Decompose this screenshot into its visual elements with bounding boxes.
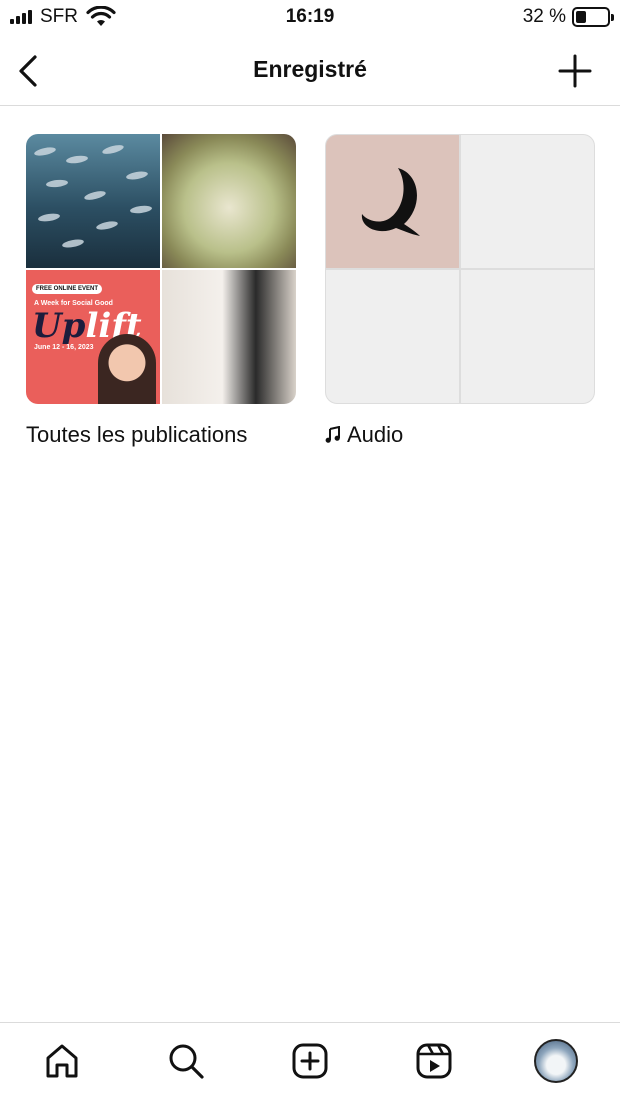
nav-header: Enregistré [0,36,620,106]
crescent-moon-logo-icon [361,167,420,236]
woman-black-dress-photo [162,270,296,404]
poster-badge: FREE ONLINE EVENT [32,284,103,294]
empty-tile [461,270,594,403]
create-icon [292,1043,328,1079]
collection-label[interactable]: Audio [325,422,595,448]
status-bar: SFR 16:19 32 % [0,0,620,36]
collection-preview-grid[interactable]: FREE ONLINE EVENT A Week for Social Good… [26,134,296,404]
tab-search[interactable] [164,1039,208,1083]
add-collection-button[interactable] [556,52,594,90]
battery-icon [572,7,614,27]
home-icon [46,1044,78,1078]
tab-home[interactable] [40,1039,84,1083]
tab-create[interactable] [288,1039,332,1083]
collection-preview-grid[interactable] [325,134,595,404]
battery-level [576,11,586,23]
plus-icon [558,54,592,88]
fish-school-photo [26,134,160,268]
collection-all-posts[interactable]: FREE ONLINE EVENT A Week for Social Good… [26,134,296,448]
page-title: Enregistré [253,56,367,82]
uplift-event-poster: FREE ONLINE EVENT A Week for Social Good… [26,270,160,404]
reels-icon [416,1043,452,1079]
music-note-icon [325,426,340,443]
status-right: 32 % [522,6,614,28]
tab-profile[interactable] [534,1039,578,1083]
poster-dates: June 12 - 16, 2023 [34,344,94,351]
pasta-dish-photo [162,134,296,268]
empty-tile [326,270,459,403]
collection-audio[interactable]: Audio [325,134,595,448]
tab-reels[interactable] [412,1039,456,1083]
collection-label[interactable]: Toutes les publications [26,422,296,448]
bottom-tab-bar [0,1022,620,1103]
search-icon [169,1044,204,1079]
battery-percent: 32 % [522,6,566,27]
empty-tile [461,135,594,268]
moon-logo [326,135,459,268]
profile-avatar [534,1039,578,1083]
poster-portrait [98,334,156,404]
